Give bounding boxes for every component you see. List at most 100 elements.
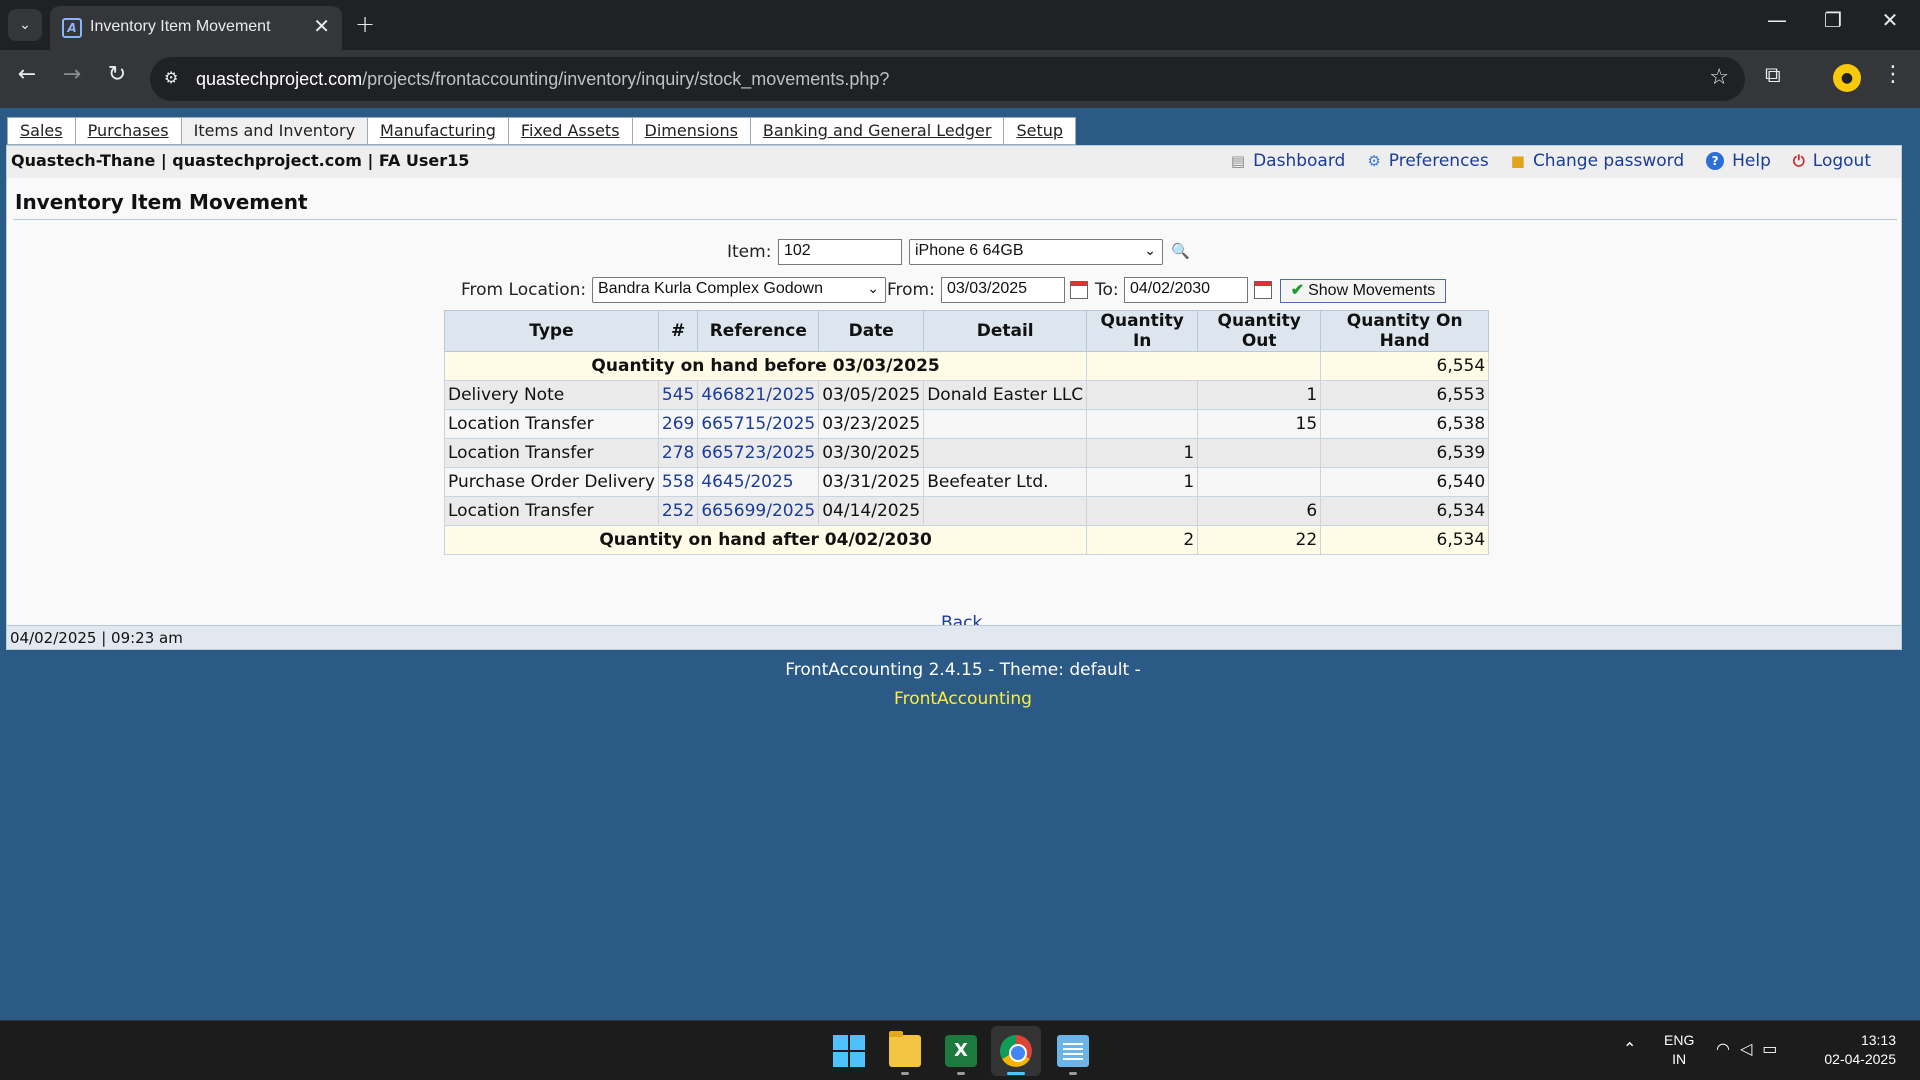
footer-brand-link[interactable]: FrontAccounting xyxy=(0,689,1920,709)
before-balance-label: Quantity on hand before 03/03/2025 xyxy=(443,351,1088,381)
tab-search-button[interactable]: ⌄ xyxy=(8,9,42,41)
row-number-link[interactable]: 558 xyxy=(662,472,694,492)
tab-fixed-assets[interactable]: Fixed Assets xyxy=(507,117,632,145)
row-quantity-out: 15 xyxy=(1197,409,1322,439)
restore-icon[interactable]: ❐ xyxy=(1813,8,1853,32)
column-header-quantity-out: Quantity Out xyxy=(1197,310,1322,352)
address-bar[interactable]: ⚙ quastechproject.com/projects/frontacco… xyxy=(150,57,1745,101)
profile-avatar[interactable]: ● xyxy=(1833,64,1861,92)
browser-menu-icon[interactable]: ⋮ xyxy=(1882,62,1904,87)
content-frame: Quastech-Thane | quastechproject.com | F… xyxy=(6,145,1902,650)
help-link[interactable]: ? Help xyxy=(1706,151,1771,171)
window-close-icon[interactable]: ✕ xyxy=(1870,8,1910,32)
to-date-input[interactable]: 04/02/2030 xyxy=(1124,277,1248,303)
app-body: Sales Purchases Items and Inventory Manu… xyxy=(0,108,1920,1020)
chevron-down-icon: ⌄ xyxy=(1144,242,1156,258)
chevron-down-icon: ⌄ xyxy=(867,280,879,296)
row-on-hand: 6,534 xyxy=(1320,496,1490,526)
browser-tab[interactable]: A Inventory Item Movement ✕ xyxy=(50,6,342,50)
language-indicator[interactable]: ENG IN xyxy=(1664,1031,1694,1069)
from-date-input[interactable]: 03/03/2025 xyxy=(941,277,1065,303)
item-code-input[interactable]: 102 xyxy=(778,239,902,265)
running-indicator xyxy=(901,1072,909,1075)
chrome-icon[interactable] xyxy=(1000,1035,1032,1067)
row-detail: Donald Easter LLC xyxy=(923,380,1088,410)
row-number-link[interactable]: 269 xyxy=(662,414,694,434)
column-header-reference: Reference xyxy=(697,310,820,352)
browser-toolbar: ← → ↻ ⚙ quastechproject.com/projects/fro… xyxy=(0,50,1920,108)
site-info-icon[interactable]: ⚙ xyxy=(164,68,178,87)
row-reference-link[interactable]: 665723/2025 xyxy=(701,443,815,463)
row-reference-link[interactable]: 665699/2025 xyxy=(701,501,815,521)
tray-overflow-icon[interactable]: ⌃ xyxy=(1623,1039,1636,1058)
tab-banking-and-general-ledger[interactable]: Banking and General Ledger xyxy=(749,117,1004,145)
show-movements-button[interactable]: ✔ Show Movements xyxy=(1280,279,1446,303)
taskbar: X ⌃ ENG IN ◠ ◁ ▭ 13:13 02-04-2025 xyxy=(0,1020,1920,1080)
row-on-hand: 6,539 xyxy=(1320,438,1490,468)
new-tab-button[interactable]: + xyxy=(355,10,375,38)
minimize-icon[interactable]: — xyxy=(1757,8,1797,32)
row-number-link[interactable]: 278 xyxy=(662,443,694,463)
checkmark-icon: ✔ xyxy=(1290,282,1305,299)
reload-icon[interactable]: ↻ xyxy=(100,62,134,87)
dashboard-link[interactable]: ▤ Dashboard xyxy=(1231,151,1345,171)
notepad-icon[interactable] xyxy=(1057,1035,1089,1067)
row-date: 04/14/2025 xyxy=(818,496,925,526)
location-select[interactable]: Bandra Kurla Complex Godown ⌄ xyxy=(592,277,886,303)
row-reference-link[interactable]: 466821/2025 xyxy=(701,385,815,405)
url-text[interactable]: quastechproject.com/projects/frontaccoun… xyxy=(196,69,889,90)
after-balance-quantity-in: 2 xyxy=(1086,525,1199,555)
calendar-icon[interactable] xyxy=(1070,281,1088,299)
volume-icon[interactable]: ◁ xyxy=(1740,1039,1752,1058)
status-datetime: 04/02/2025 | 09:23 am xyxy=(10,629,183,647)
back-arrow-icon[interactable]: ← xyxy=(10,62,44,87)
row-quantity-in xyxy=(1086,496,1199,526)
row-quantity-in: 1 xyxy=(1086,467,1199,497)
row-number-link[interactable]: 252 xyxy=(662,501,694,521)
row-date: 03/23/2025 xyxy=(818,409,925,439)
column-header-number: # xyxy=(657,310,699,352)
change-password-link[interactable]: ■ Change password xyxy=(1511,151,1684,171)
row-number-link[interactable]: 545 xyxy=(662,385,694,405)
tab-close-icon[interactable]: ✕ xyxy=(313,14,330,38)
excel-icon[interactable]: X xyxy=(945,1035,977,1067)
row-reference-link[interactable]: 4645/2025 xyxy=(701,472,793,492)
column-header-date: Date xyxy=(818,310,925,352)
table-row: Location Transfer 252 665699/2025 04/14/… xyxy=(444,496,1490,526)
status-bar: 04/02/2025 | 09:23 am xyxy=(7,625,1901,649)
search-icon[interactable]: 🔍 xyxy=(1171,242,1190,260)
forward-arrow-icon[interactable]: → xyxy=(55,62,89,87)
tab-dimensions[interactable]: Dimensions xyxy=(631,117,750,145)
windows-start-icon[interactable] xyxy=(833,1035,865,1067)
tab-manufacturing[interactable]: Manufacturing xyxy=(367,117,508,145)
dashboard-icon: ▤ xyxy=(1230,152,1246,170)
calendar-icon[interactable] xyxy=(1254,281,1272,299)
row-quantity-out xyxy=(1197,438,1322,468)
tab-purchases[interactable]: Purchases xyxy=(74,117,181,145)
preferences-link[interactable]: ⚙ Preferences xyxy=(1367,151,1488,171)
item-select[interactable]: iPhone 6 64GB ⌄ xyxy=(909,239,1163,265)
row-reference-link[interactable]: 665715/2025 xyxy=(701,414,815,434)
system-tray[interactable]: ◠ ◁ ▭ xyxy=(1716,1039,1777,1058)
row-date: 03/30/2025 xyxy=(818,438,925,468)
power-icon: ⏻ xyxy=(1792,152,1805,170)
tab-setup[interactable]: Setup xyxy=(1003,117,1077,145)
module-tabs: Sales Purchases Items and Inventory Manu… xyxy=(7,117,1077,145)
battery-icon[interactable]: ▭ xyxy=(1762,1039,1777,1058)
column-header-quantity-on-hand: Quantity On Hand xyxy=(1320,310,1490,352)
tab-sales[interactable]: Sales xyxy=(7,117,75,145)
row-type: Delivery Note xyxy=(444,380,659,410)
bookmark-star-icon[interactable]: ☆ xyxy=(1709,65,1729,90)
wifi-icon[interactable]: ◠ xyxy=(1716,1039,1730,1058)
row-detail xyxy=(923,438,1088,468)
tab-items-and-inventory[interactable]: Items and Inventory xyxy=(180,117,368,145)
file-explorer-icon[interactable] xyxy=(889,1031,921,1067)
browser-tabstrip: ⌄ A Inventory Item Movement ✕ + — ❐ ✕ xyxy=(0,0,1920,50)
gear-icon: ⚙ xyxy=(1367,152,1381,170)
logout-link[interactable]: ⏻ Logout xyxy=(1793,151,1871,171)
item-label: Item: xyxy=(727,242,772,262)
company-info: Quastech-Thane | quastechproject.com | F… xyxy=(11,151,470,170)
extensions-icon[interactable]: ⧉ xyxy=(1765,63,1781,88)
table-row: Purchase Order Delivery 558 4645/2025 03… xyxy=(444,467,1490,497)
system-clock[interactable]: 13:13 02-04-2025 xyxy=(1824,1031,1896,1069)
